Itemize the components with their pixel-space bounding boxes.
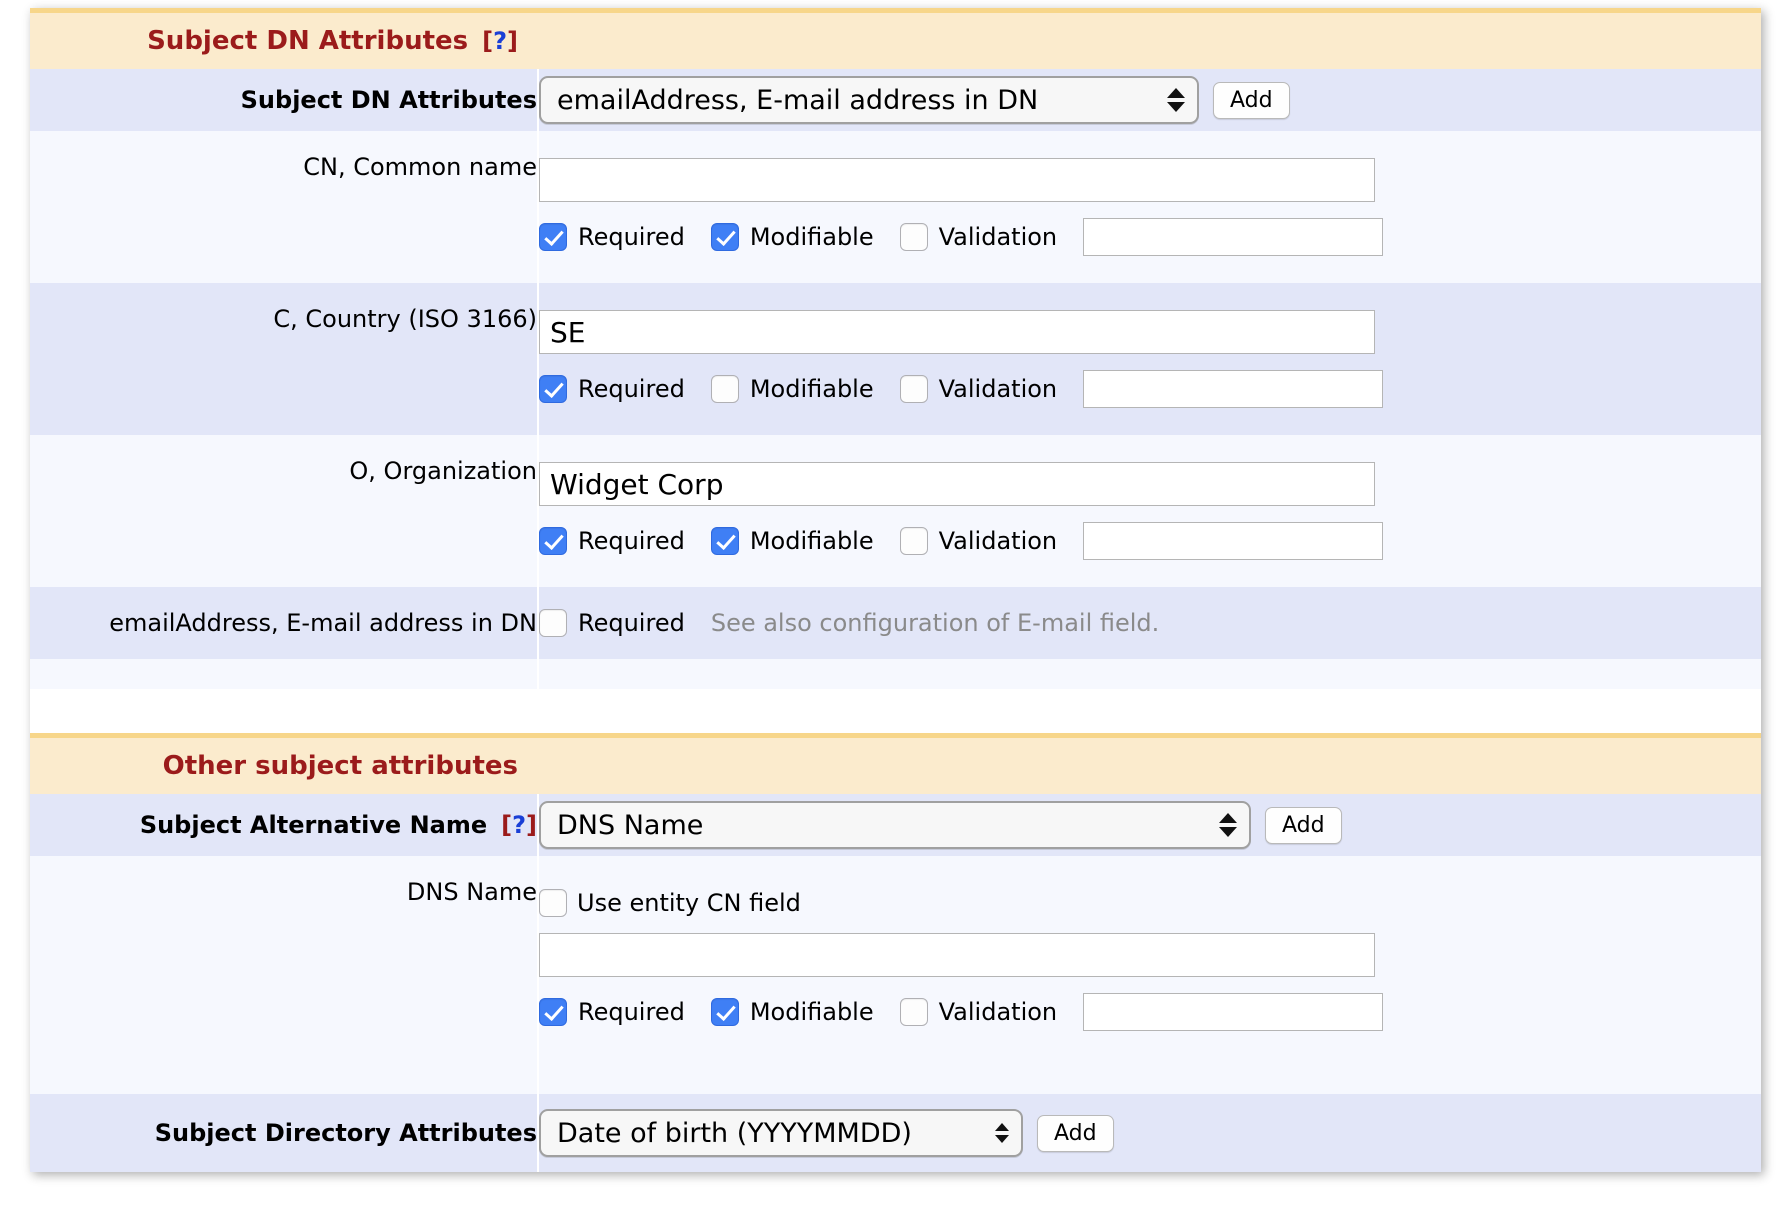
label-required-email: Required [578,609,685,637]
options-san-dns-name: Required Modifiable Validation [539,993,1761,1031]
label-required-country: Required [578,375,685,403]
checkbox-required-email[interactable] [539,609,567,637]
help-icon-subject-dn[interactable]: [?] [482,27,518,55]
note-email-config: See also configuration of E-mail field. [711,609,1159,637]
input-validation-cn[interactable] [1083,218,1383,256]
checkbox-modifiable-dns[interactable] [711,998,739,1026]
section-gap [30,689,1761,736]
input-validation-organization[interactable] [1083,522,1383,560]
help-icon-san[interactable]: [?] [501,811,537,839]
row-san-dns-name: DNS Name Use entity CN field [30,856,1761,1064]
section-header-spacer [538,11,1761,70]
label-attribute-organization: O, Organization [30,435,538,587]
checkbox-modifiable-cn[interactable] [711,223,739,251]
options-attribute-email: Required See also configuration of E-mai… [539,609,1761,637]
field-san-selector: DNS Name Add [538,794,1761,856]
field-attribute-email: Required See also configuration of E-mai… [538,587,1761,659]
input-validation-dns[interactable] [1083,993,1383,1031]
label-required-organization: Required [578,527,685,555]
input-attribute-country[interactable] [539,310,1375,354]
checkbox-validation-organization[interactable] [900,527,928,555]
question-mark-2: ? [512,811,526,839]
label-modifiable-dns: Modifiable [750,998,874,1026]
checkbox-validation-dns[interactable] [900,998,928,1026]
label-san-dns-name: DNS Name [30,856,538,1064]
label-required-cn: Required [578,223,685,251]
label-subject-alternative-name: Subject Alternative Name [?] [30,794,538,856]
bracket-close: ] [507,27,518,55]
section-title-cell-2: Other subject attributes [30,736,538,795]
add-san-button[interactable]: Add [1265,807,1342,844]
field-attribute-organization: Required Modifiable Validation [538,435,1761,587]
field-attribute-cn: Required Modifiable Validation [538,131,1761,283]
use-cn-field-group: Use entity CN field [539,889,1761,917]
section-header-spacer-2 [538,736,1761,795]
input-attribute-cn[interactable] [539,158,1375,202]
label-validation-dns: Validation [939,998,1058,1026]
section-header-subject-dn: Subject DN Attributes [?] [30,11,1761,70]
label-attribute-country: C, Country (ISO 3166) [30,283,538,435]
question-mark: ? [493,27,507,55]
input-validation-country[interactable] [1083,370,1383,408]
page-root: Subject DN Attributes [?] Subject DN Attr… [0,0,1787,1213]
subject-dn-select-wrap: emailAddress, E-mail address in DN [539,76,1199,124]
field-san-dns-name: Use entity CN field Required M [538,856,1761,1064]
bracket-open: [ [482,27,493,55]
checkbox-modifiable-country[interactable] [711,375,739,403]
row-subject-directory-attributes: Subject Directory Attributes Date of bir… [30,1094,1761,1172]
label-modifiable-country: Modifiable [750,375,874,403]
row-attribute-email: emailAddress, E-mail address in DN Requi… [30,587,1761,659]
label-validation-country: Validation [939,375,1058,403]
field-subject-dn-selector: emailAddress, E-mail address in DN Add [538,69,1761,131]
form-panel: Subject DN Attributes [?] Subject DN Attr… [30,8,1761,1172]
subject-directory-attributes-select[interactable]: Date of birth (YYYYMMDD) [539,1109,1023,1157]
label-validation-cn: Validation [939,223,1058,251]
section-title-other-subject: Other subject attributes [163,751,518,781]
checkbox-required-dns[interactable] [539,998,567,1026]
label-required-dns: Required [578,998,685,1026]
field-subject-directory-attributes: Date of birth (YYYYMMDD) Add [538,1094,1761,1172]
label-modifiable-organization: Modifiable [750,527,874,555]
section-header-other-subject: Other subject attributes [30,736,1761,795]
checkbox-use-entity-cn-field[interactable] [539,889,567,917]
label-attribute-email: emailAddress, E-mail address in DN [30,587,538,659]
row-attribute-country: C, Country (ISO 3166) Required [30,283,1761,435]
row-san-selector: Subject Alternative Name [?] DNS Name [30,794,1761,856]
row-spacer-section2 [30,1064,1761,1094]
input-attribute-organization[interactable] [539,462,1375,506]
options-attribute-organization: Required Modifiable Validation [539,522,1761,560]
subject-attributes-form: Subject DN Attributes [?] Subject DN Attr… [30,8,1761,1172]
add-directory-attribute-button[interactable]: Add [1037,1115,1114,1152]
subject-dn-attribute-select[interactable]: emailAddress, E-mail address in DN [539,76,1199,124]
options-attribute-cn: Required Modifiable Validation [539,218,1761,256]
bracket-open-2: [ [501,811,512,839]
options-attribute-country: Required Modifiable Validation [539,370,1761,408]
label-subject-directory-attributes: Subject Directory Attributes [30,1094,538,1172]
label-modifiable-cn: Modifiable [750,223,874,251]
text-subject-alternative-name: Subject Alternative Name [140,811,487,839]
checkbox-validation-country[interactable] [900,375,928,403]
directory-select-wrap: Date of birth (YYYYMMDD) [539,1109,1023,1157]
checkbox-required-cn[interactable] [539,223,567,251]
field-attribute-country: Required Modifiable Validation [538,283,1761,435]
label-use-entity-cn-field: Use entity CN field [577,889,801,917]
label-subject-dn-attributes: Subject DN Attributes [30,69,538,131]
label-attribute-cn: CN, Common name [30,131,538,283]
section-title-subject-dn: Subject DN Attributes [147,26,468,56]
section-title-cell: Subject DN Attributes [?] [30,11,538,70]
label-validation-organization: Validation [939,527,1058,555]
checkbox-required-organization[interactable] [539,527,567,555]
row-attribute-cn: CN, Common name Required [30,131,1761,283]
subject-alternative-name-select[interactable]: DNS Name [539,801,1251,849]
checkbox-validation-cn[interactable] [900,223,928,251]
checkbox-required-country[interactable] [539,375,567,403]
checkbox-modifiable-organization[interactable] [711,527,739,555]
input-san-dns-name[interactable] [539,933,1375,977]
bracket-close-2: ] [526,811,537,839]
add-subject-dn-button[interactable]: Add [1213,82,1290,119]
row-spacer-section1 [30,659,1761,689]
row-attribute-organization: O, Organization Required [30,435,1761,587]
row-subject-dn-selector: Subject DN Attributes emailAddress, E-ma… [30,69,1761,131]
san-select-wrap: DNS Name [539,801,1251,849]
